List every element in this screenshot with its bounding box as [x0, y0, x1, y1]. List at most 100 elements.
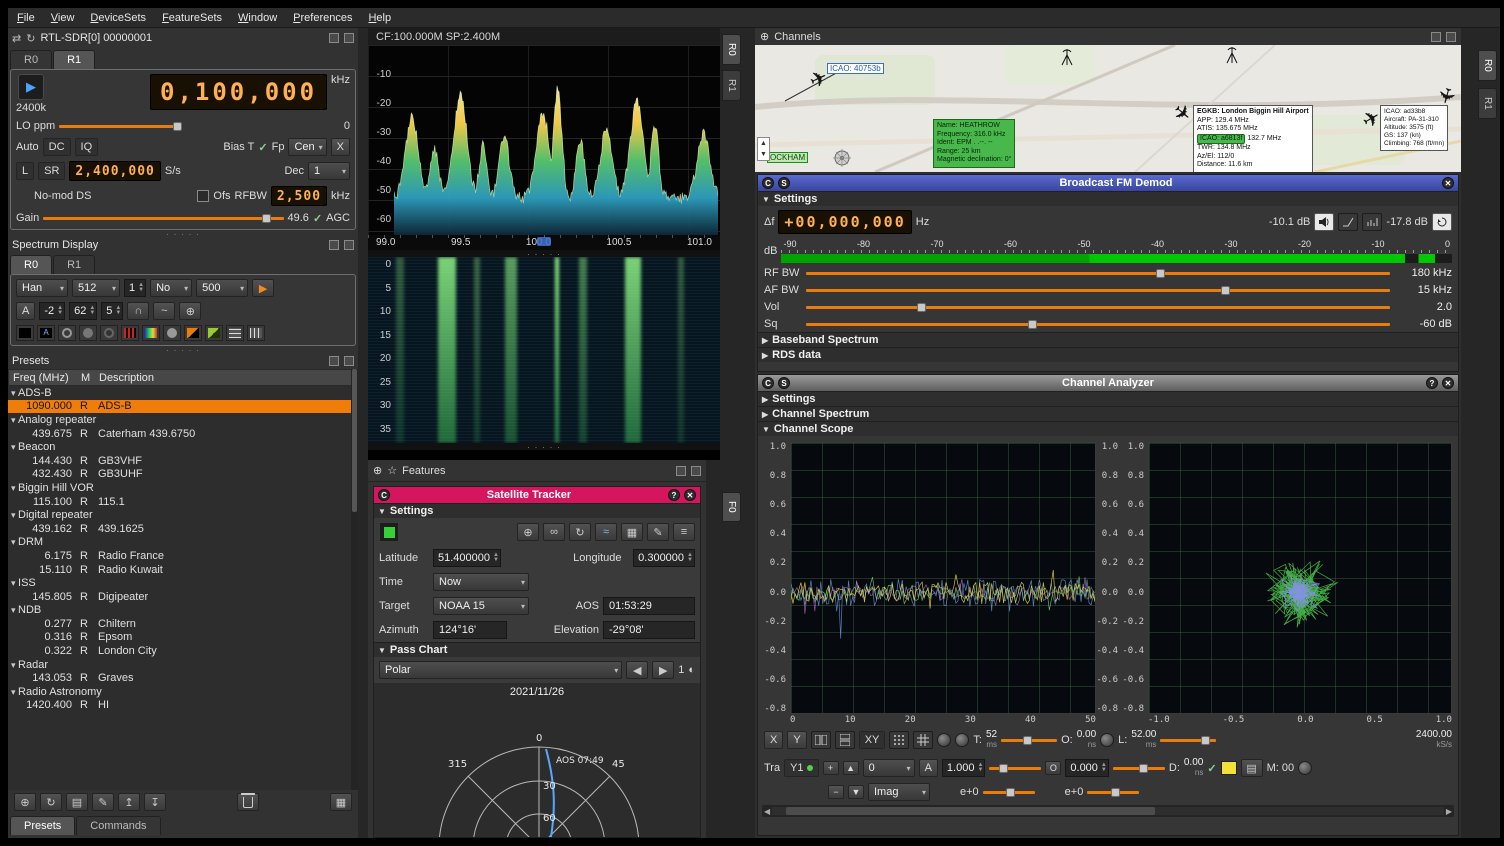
map-zoom-control[interactable]: ▲▼ [757, 137, 770, 161]
icao-label[interactable]: ICAO: 40753b [827, 63, 884, 74]
offset-tuning-checkbox[interactable] [197, 190, 209, 202]
start-device-button[interactable]: ▶ [18, 74, 44, 100]
splitter-handle[interactable] [8, 230, 358, 237]
amp-auto-button[interactable]: A [919, 759, 938, 777]
low-rate-button[interactable]: L [16, 162, 34, 180]
load-preset-icon[interactable]: ↻ [40, 793, 62, 811]
amplitude-field[interactable]: 1.000▲▼ [942, 759, 985, 777]
amp-exp-slider[interactable] [983, 785, 1035, 799]
menu-item[interactable]: DeviceSets [83, 10, 153, 26]
pass-chart-section[interactable]: ▼Pass Chart [374, 642, 700, 657]
preset-row[interactable]: 143.053 R Graves [8, 671, 358, 685]
close-button[interactable] [1446, 32, 1456, 42]
rds-data-section[interactable]: ▶RDS data [758, 347, 1458, 362]
preset-row[interactable]: 0.316 R Epsom [8, 631, 358, 645]
save-preset-icon[interactable]: ▤ [66, 793, 88, 811]
analyzer-settings-section[interactable]: ▶Settings [758, 391, 1458, 406]
dock-tab-r0[interactable]: R0 [722, 34, 741, 65]
scope-trace-plot[interactable] [790, 442, 1096, 714]
satellite-tracker-titlebar[interactable]: C Satellite Tracker ? ✕ [374, 487, 700, 503]
splitter-handle[interactable] [368, 443, 720, 450]
preset-row[interactable]: Beacon [8, 440, 358, 454]
tune-preset-icon[interactable]: ⊕ [14, 793, 36, 811]
prev-pass-icon[interactable]: ◀ [626, 661, 648, 679]
remove-trace-button[interactable]: − [828, 785, 844, 799]
chart-mode-select[interactable]: Polar▾ [379, 661, 622, 679]
style-grid2-button[interactable] [247, 325, 265, 341]
help-button[interactable]: ? [668, 489, 680, 501]
column-m[interactable]: M [81, 372, 99, 384]
tab-r1[interactable]: R1 [53, 255, 95, 274]
sr-button[interactable]: SR [38, 162, 65, 180]
feature-presets-icon[interactable]: ☆ [387, 464, 397, 477]
intensity-dial[interactable] [937, 733, 951, 747]
feature-move-button[interactable]: C [378, 489, 390, 501]
channel-move-button[interactable]: C [762, 177, 774, 189]
tab-commands[interactable]: Commands [76, 816, 160, 835]
style-waterfall-button[interactable] [142, 325, 160, 341]
preset-row[interactable]: 432.430 R GB3UHF [8, 468, 358, 482]
channel-settings-button[interactable]: S [778, 177, 790, 189]
delta-f-display[interactable]: +00,000,000 [778, 210, 911, 234]
add-channel-icon[interactable]: ⊕ [760, 30, 769, 43]
x-only-button[interactable]: X [764, 731, 783, 749]
frequency-marker[interactable] [537, 237, 551, 246]
float-button[interactable] [329, 240, 339, 250]
offset-dial[interactable] [1100, 733, 1114, 747]
decimation-select[interactable]: 1▾ [308, 162, 350, 180]
sample-position-select[interactable]: Cen▾ [288, 138, 326, 156]
style-circle3-button[interactable] [100, 325, 118, 341]
transverter-button[interactable]: X [331, 138, 350, 156]
ref-level-spinner[interactable]: -2▲▼ [39, 302, 65, 320]
style-maxhold-button[interactable] [184, 325, 202, 341]
time-select[interactable]: Now▾ [433, 573, 529, 591]
preset-row[interactable]: NDB [8, 604, 358, 618]
style-circle4-button[interactable] [163, 325, 181, 341]
scroll-right-icon[interactable]: ▶ [1446, 807, 1452, 816]
edit-icon[interactable]: ✎ [647, 523, 669, 541]
rf-bw-slider[interactable] [806, 266, 1390, 280]
waterfall[interactable]: 05101520253035 [368, 257, 720, 443]
style-solid-button[interactable] [16, 325, 34, 341]
style-grid1-button[interactable] [226, 325, 244, 341]
reload-device-icon[interactable]: ↻ [26, 32, 35, 45]
splitter-handle[interactable] [8, 346, 358, 353]
add-trace-button[interactable]: + [823, 761, 839, 775]
contrast-icon[interactable]: ◐ [688, 664, 695, 676]
dc-button[interactable]: DC [43, 138, 71, 156]
airport-icao-pill[interactable]: ICAO: a6813f [1197, 134, 1245, 145]
preset-row[interactable]: Radar [8, 658, 358, 672]
bias-t-checkbox[interactable]: ✓ [258, 141, 267, 154]
volume-slider[interactable] [806, 300, 1390, 314]
range-spinner[interactable]: 62▲▼ [69, 302, 97, 320]
tab-presets[interactable]: Presets [10, 816, 75, 835]
panes-horizontal-icon[interactable] [811, 731, 831, 749]
af-bw-slider[interactable] [806, 283, 1390, 297]
channel-settings-button[interactable]: S [778, 377, 790, 389]
grid-dots-icon[interactable] [889, 731, 909, 749]
spectrum-plot[interactable]: -10-20-30-40-50-60 [368, 45, 720, 235]
move-icon[interactable]: ⇄ [12, 32, 21, 45]
menu-icon[interactable]: ≡ [673, 523, 695, 541]
averaging-value-select[interactable]: 500▾ [196, 279, 248, 297]
preset-row[interactable]: 144.430 R GB3VHF [8, 454, 358, 468]
preset-row[interactable]: ISS [8, 576, 358, 590]
delete-preset-icon[interactable] [237, 793, 259, 811]
add-feature-icon[interactable]: ⊕ [373, 464, 382, 477]
overlap-spinner[interactable]: 1▲▼ [124, 279, 146, 297]
deemphasis-icon[interactable] [1338, 213, 1358, 231]
xy-mode-button[interactable]: XY [859, 731, 886, 749]
trace-number-select[interactable]: 0▾ [863, 759, 915, 777]
scope-xy-plot[interactable] [1148, 442, 1452, 714]
channel-scope-section[interactable]: ▼Channel Scope [758, 421, 1458, 436]
float-button[interactable] [329, 33, 339, 43]
preset-row[interactable]: Digital repeater [8, 508, 358, 522]
y-only-button[interactable]: Y [787, 731, 806, 749]
filter-icon[interactable]: ∩ [127, 302, 149, 320]
stereo-icon[interactable] [1362, 213, 1382, 231]
preset-row[interactable]: DRM [8, 536, 358, 550]
spectrum-header[interactable]: CF:100.000M SP:2.400M [368, 28, 720, 45]
panes-vertical-icon[interactable] [835, 731, 855, 749]
fft-window-select[interactable]: Han▾ [16, 279, 68, 297]
close-button[interactable] [691, 466, 701, 476]
